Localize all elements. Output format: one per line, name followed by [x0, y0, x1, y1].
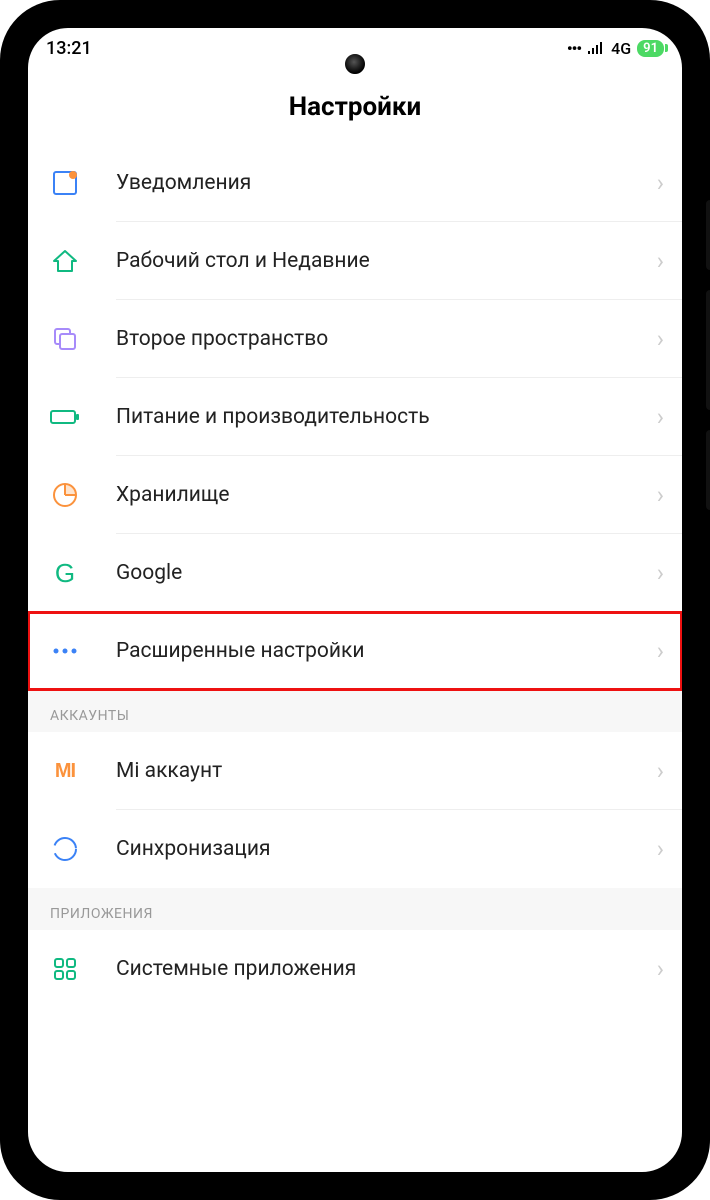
chevron-right-icon: › — [657, 955, 664, 983]
row-sync[interactable]: Синхронизация › — [28, 810, 682, 888]
status-time: 13:21 — [46, 38, 92, 59]
notification-icon — [50, 168, 80, 198]
copy-icon — [50, 324, 80, 354]
sync-icon — [50, 834, 80, 864]
home-icon — [50, 246, 80, 276]
row-second-space[interactable]: Второе пространство › — [28, 300, 682, 378]
status-right: ••• 4G 91 — [567, 39, 664, 58]
row-storage[interactable]: Хранилище › — [28, 456, 682, 534]
side-button — [706, 290, 710, 410]
signal-icon — [587, 41, 605, 55]
pie-icon — [50, 480, 80, 510]
row-label: Хранилище — [116, 483, 647, 507]
screen: 13:21 ••• 4G 91 Настройки Уведомл — [28, 28, 682, 1172]
chevron-right-icon: › — [657, 325, 664, 353]
google-icon: G — [50, 558, 80, 588]
device-frame: 13:21 ••• 4G 91 Настройки Уведомл — [0, 0, 710, 1200]
row-home[interactable]: Рабочий стол и Недавние › — [28, 222, 682, 300]
chevron-right-icon: › — [657, 481, 664, 509]
chevron-right-icon: › — [657, 757, 664, 785]
row-label: Синхронизация — [116, 837, 647, 861]
row-label: Второе пространство — [116, 327, 647, 351]
chevron-right-icon: › — [657, 835, 664, 863]
more-icon: ••• — [567, 39, 581, 58]
row-advanced[interactable]: Расширенные настройки › — [28, 612, 682, 690]
chevron-right-icon: › — [657, 403, 664, 431]
row-mi-account[interactable]: MI Mi аккаунт › — [28, 732, 682, 810]
apps-list: Системные приложения › — [28, 930, 682, 1008]
section-header-accounts: АККАУНТЫ — [28, 690, 682, 732]
row-label: Питание и производительность — [116, 405, 647, 429]
row-label: Рабочий стол и Недавние — [116, 249, 647, 273]
section-header-apps: ПРИЛОЖЕНИЯ — [28, 888, 682, 930]
front-camera — [341, 50, 369, 78]
row-power[interactable]: Питание и производительность › — [28, 378, 682, 456]
settings-list: Уведомления › Рабочий стол и Недавние › — [28, 144, 682, 690]
grid-icon — [50, 954, 80, 984]
row-label: Уведомления — [116, 171, 647, 195]
mi-icon: MI — [50, 756, 80, 786]
side-button — [706, 200, 710, 270]
chevron-right-icon: › — [657, 559, 664, 587]
dots-icon — [50, 636, 80, 666]
chevron-right-icon: › — [657, 247, 664, 275]
page-title: Настройки — [28, 68, 682, 144]
chevron-right-icon: › — [657, 169, 664, 197]
row-label: Mi аккаунт — [116, 759, 647, 783]
row-label: Системные приложения — [116, 957, 647, 981]
network-label: 4G — [611, 39, 631, 58]
chevron-right-icon: › — [657, 637, 664, 665]
battery-icon — [50, 402, 80, 432]
row-google[interactable]: G Google › — [28, 534, 682, 612]
accounts-list: MI Mi аккаунт › Синхронизация › — [28, 732, 682, 888]
row-system-apps[interactable]: Системные приложения › — [28, 930, 682, 1008]
row-notifications[interactable]: Уведомления › — [28, 144, 682, 222]
row-label: Google — [116, 561, 647, 585]
side-button — [706, 430, 710, 510]
battery-icon: 91 — [637, 40, 664, 57]
row-label: Расширенные настройки — [116, 639, 647, 663]
